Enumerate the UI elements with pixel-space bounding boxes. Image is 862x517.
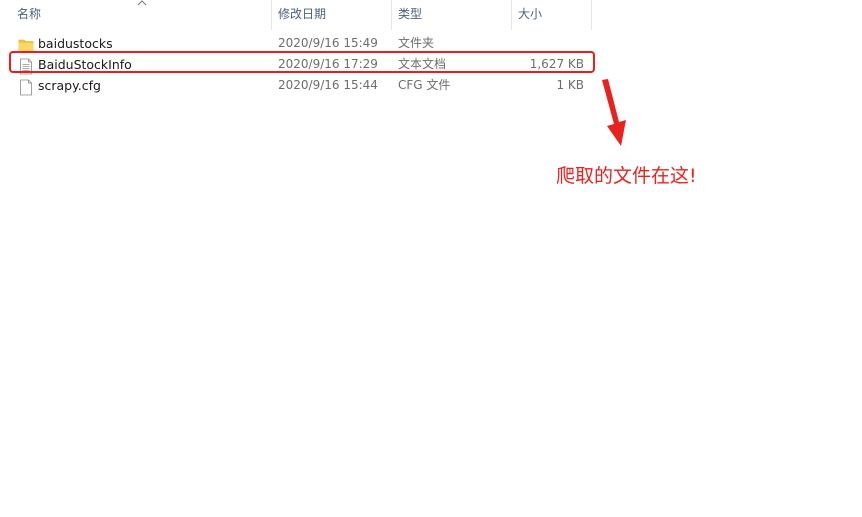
blank-file-icon — [20, 79, 32, 96]
column-header-date[interactable]: 修改日期 — [272, 0, 392, 30]
highlight-box — [9, 51, 595, 73]
file-type: CFG 文件 — [398, 78, 451, 92]
column-header-size[interactable]: 大小 — [512, 0, 592, 30]
file-size: 1 KB — [556, 78, 584, 92]
file-row-scrapy-cfg[interactable]: scrapy.cfg 2020/9/16 15:44 CFG 文件 1 KB — [11, 75, 593, 96]
file-name: scrapy.cfg — [38, 78, 101, 93]
column-header-type[interactable]: 类型 — [392, 0, 512, 30]
annotation-text: 爬取的文件在这! — [556, 165, 697, 187]
column-header-name[interactable]: 名称 — [11, 0, 272, 30]
column-header-row: 名称 修改日期 类型 大小 — [0, 0, 600, 30]
file-explorer: 名称 修改日期 类型 大小 baidustocks 2020/9/16 15:4… — [0, 0, 862, 517]
red-arrow-icon — [602, 79, 626, 146]
file-date: 2020/9/16 15:44 — [278, 78, 378, 92]
